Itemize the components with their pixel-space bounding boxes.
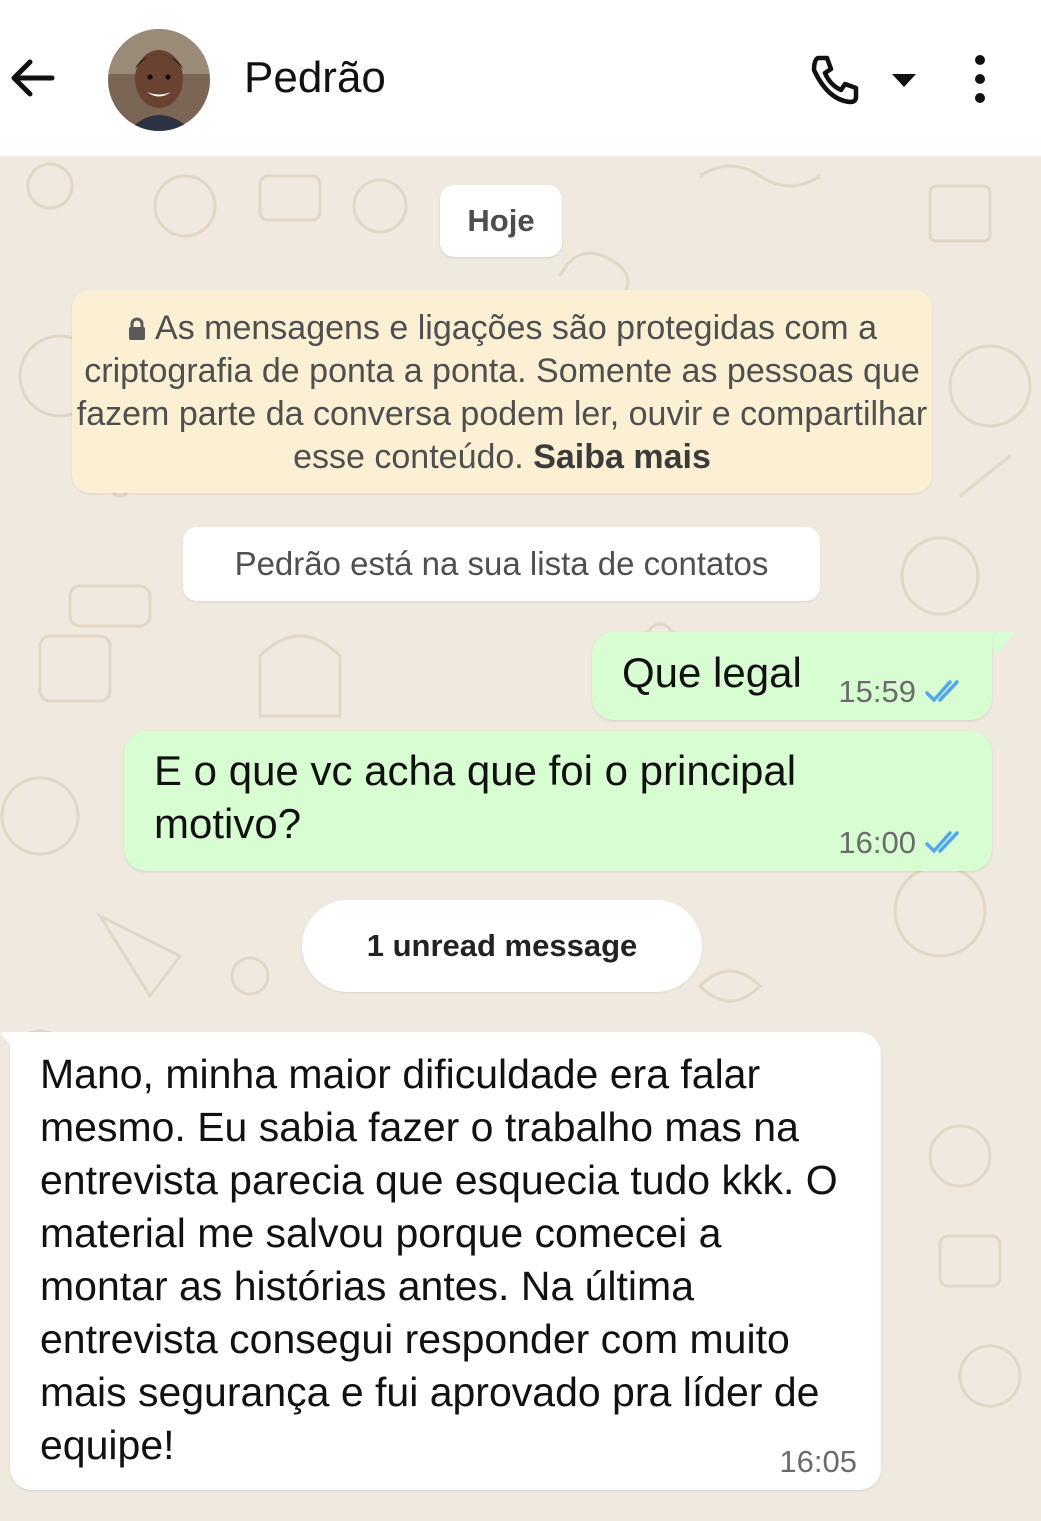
message-meta: 15:59 (838, 674, 968, 710)
chat-header: Pedrão (0, 0, 1041, 156)
message-text: Mano, minha maior dificuldade era falar … (40, 1051, 838, 1468)
more-vertical-icon (975, 55, 985, 103)
double-check-icon (925, 831, 959, 854)
message-text: Que legal (622, 649, 802, 696)
encryption-notice-text: As mensagens e ligações são protegidas c… (76, 309, 928, 476)
menu-button[interactable] (964, 52, 996, 108)
call-options-button[interactable] (888, 66, 920, 94)
back-button[interactable] (6, 52, 58, 104)
message-meta: 16:05 (779, 1444, 857, 1480)
contact-notice: Pedrão está na sua lista de contatos (183, 527, 820, 601)
outgoing-message[interactable]: E o que vc acha que foi o principal moti… (124, 731, 992, 871)
message-time: 16:05 (779, 1444, 857, 1479)
message-text: E o que vc acha que foi o principal moti… (154, 747, 797, 847)
bubble-tail (988, 632, 1015, 656)
avatar[interactable] (108, 29, 210, 131)
date-divider: Hoje (440, 185, 562, 257)
arrow-left-icon (11, 59, 55, 97)
phone-icon (811, 55, 859, 105)
message-time: 15:59 (838, 674, 916, 709)
caret-down-icon (892, 74, 916, 87)
unread-divider: 1 unread message (302, 900, 702, 992)
outgoing-message[interactable]: Que legal 15:59 (592, 632, 992, 720)
double-check-icon (925, 680, 959, 703)
learn-more-link[interactable]: Saiba mais (533, 438, 711, 476)
message-time: 16:00 (838, 825, 916, 860)
incoming-message[interactable]: Mano, minha maior dificuldade era falar … (10, 1032, 881, 1490)
lock-icon (129, 317, 146, 340)
message-meta: 16:00 (838, 825, 968, 861)
encryption-notice[interactable]: As mensagens e ligações são protegidas c… (72, 290, 932, 493)
voice-call-button[interactable] (806, 52, 862, 108)
contact-name[interactable]: Pedrão (244, 52, 386, 104)
